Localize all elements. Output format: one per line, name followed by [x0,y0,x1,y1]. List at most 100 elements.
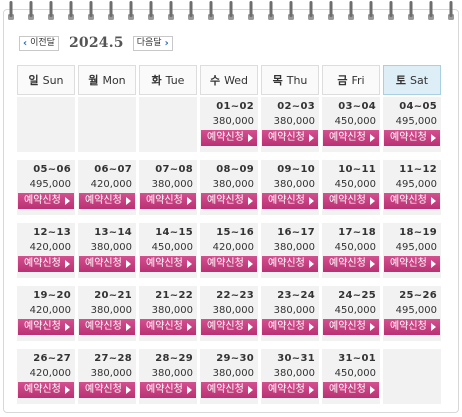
calendar-day: 15~16 420,000 예약신청 [200,223,258,278]
day-price: 450,000 [334,179,376,190]
calendar-day-empty [139,97,197,152]
day-date-range: 30~31 [277,353,315,364]
book-request-label: 예약신청 [329,384,366,395]
calendar-day: 07~08 380,000 예약신청 [139,160,197,215]
book-request-button[interactable]: 예약신청 [384,256,440,272]
weekday-en: Wed [224,73,249,87]
book-request-button[interactable]: 예약신청 [140,382,196,398]
book-request-button[interactable]: 예약신청 [262,256,318,272]
book-request-button[interactable]: 예약신청 [201,382,257,398]
day-date-range: 20~21 [94,290,132,301]
prev-month-button[interactable]: ‹ 이전달 [19,35,59,51]
book-request-button[interactable]: 예약신청 [384,130,440,146]
calendar-day: 25~26 495,000 예약신청 [383,286,441,341]
calendar-day: 09~10 380,000 예약신청 [261,160,319,215]
calendar-day: 16~17 380,000 예약신청 [261,223,319,278]
book-request-button[interactable]: 예약신청 [140,193,196,209]
book-request-label: 예약신청 [24,384,61,395]
calendar-day: 10~11 450,000 예약신청 [322,160,380,215]
day-price: 380,000 [90,242,132,253]
weekday-en: Sun [42,73,64,87]
calendar-day: 12~13 420,000 예약신청 [17,223,75,278]
book-request-button[interactable]: 예약신청 [323,382,379,398]
book-request-button[interactable]: 예약신청 [201,319,257,335]
day-date-range: 14~15 [155,227,193,238]
book-request-label: 예약신청 [390,195,427,206]
book-request-button[interactable]: 예약신청 [140,319,196,335]
play-arrow-icon [126,386,131,394]
book-request-button[interactable]: 예약신청 [18,193,74,209]
play-arrow-icon [65,197,70,205]
book-request-button[interactable]: 예약신청 [262,130,318,146]
book-request-button[interactable]: 예약신청 [384,319,440,335]
book-request-label: 예약신청 [329,195,366,206]
day-date-range: 11~12 [399,164,437,175]
weekday-ko: 토 [395,74,407,87]
weekday-ko: 수 [209,74,221,87]
book-request-label: 예약신청 [85,258,122,269]
book-request-button[interactable]: 예약신청 [79,319,135,335]
day-date-range: 15~16 [216,227,254,238]
weekday-fri: 금 Fri [322,65,380,95]
book-request-button[interactable]: 예약신청 [323,130,379,146]
calendar-day: 24~25 450,000 예약신청 [322,286,380,341]
play-arrow-icon [431,260,436,268]
book-request-label: 예약신청 [207,195,244,206]
chevron-left-icon: ‹ [23,37,28,49]
day-date-range: 02~03 [277,101,315,112]
day-date-range: 03~04 [338,101,376,112]
day-price: 495,000 [29,179,71,190]
day-date-range: 29~30 [216,353,254,364]
weekday-ko: 목 [272,74,283,87]
day-price: 495,000 [395,305,437,316]
book-request-button[interactable]: 예약신청 [18,382,74,398]
book-request-button[interactable]: 예약신청 [323,319,379,335]
next-month-button[interactable]: 다음달 › [132,35,173,51]
day-date-range: 27~28 [94,353,132,364]
book-request-button[interactable]: 예약신청 [79,193,135,209]
book-request-button[interactable]: 예약신청 [262,319,318,335]
calendar-week: 12~13 420,000 예약신청 13~14 380,000 예약신청 14~15 450… [17,223,441,278]
book-request-button[interactable]: 예약신청 [262,382,318,398]
book-request-button[interactable]: 예약신청 [201,193,257,209]
play-arrow-icon [248,197,253,205]
book-request-button[interactable]: 예약신청 [323,193,379,209]
day-price: 450,000 [334,242,376,253]
book-request-button[interactable]: 예약신청 [140,256,196,272]
day-price: 420,000 [90,179,132,190]
day-date-range: 31~01 [338,353,376,364]
book-request-label: 예약신청 [146,258,183,269]
book-request-button[interactable]: 예약신청 [262,193,318,209]
calendar-day: 20~21 380,000 예약신청 [78,286,136,341]
book-request-label: 예약신청 [329,321,366,332]
calendar-day: 27~28 380,000 예약신청 [78,349,136,404]
play-arrow-icon [248,323,253,331]
day-date-range: 23~24 [277,290,315,301]
play-arrow-icon [65,386,70,394]
calendar-day: 04~05 495,000 예약신청 [383,97,441,152]
calendar-week: 01~02 380,000 예약신청 02~03 380,000 예약신청 03~04 450… [17,97,441,152]
book-request-label: 예약신청 [146,195,183,206]
day-price: 380,000 [273,242,315,253]
day-date-range: 22~23 [216,290,254,301]
calendar-day: 05~06 495,000 예약신청 [17,160,75,215]
book-request-label: 예약신청 [85,384,122,395]
book-request-button[interactable]: 예약신청 [18,319,74,335]
weekday-thu: 목 Thu [261,65,319,95]
book-request-button[interactable]: 예약신청 [79,256,135,272]
weekday-en: Sat [410,73,429,87]
calendar-week: 26~27 420,000 예약신청 27~28 380,000 예약신청 28~29 380… [17,349,441,404]
prev-month-label: 이전달 [30,37,55,48]
book-request-button[interactable]: 예약신청 [323,256,379,272]
weekday-en: Tue [165,73,185,87]
book-request-button[interactable]: 예약신청 [79,382,135,398]
play-arrow-icon [309,260,314,268]
book-request-button[interactable]: 예약신청 [384,193,440,209]
book-request-button[interactable]: 예약신청 [201,256,257,272]
book-request-button[interactable]: 예약신청 [18,256,74,272]
book-request-button[interactable]: 예약신청 [201,130,257,146]
calendar-day: 31~01 450,000 예약신청 [322,349,380,404]
play-arrow-icon [309,386,314,394]
weekday-ko: 금 [337,74,348,87]
play-arrow-icon [370,134,375,142]
